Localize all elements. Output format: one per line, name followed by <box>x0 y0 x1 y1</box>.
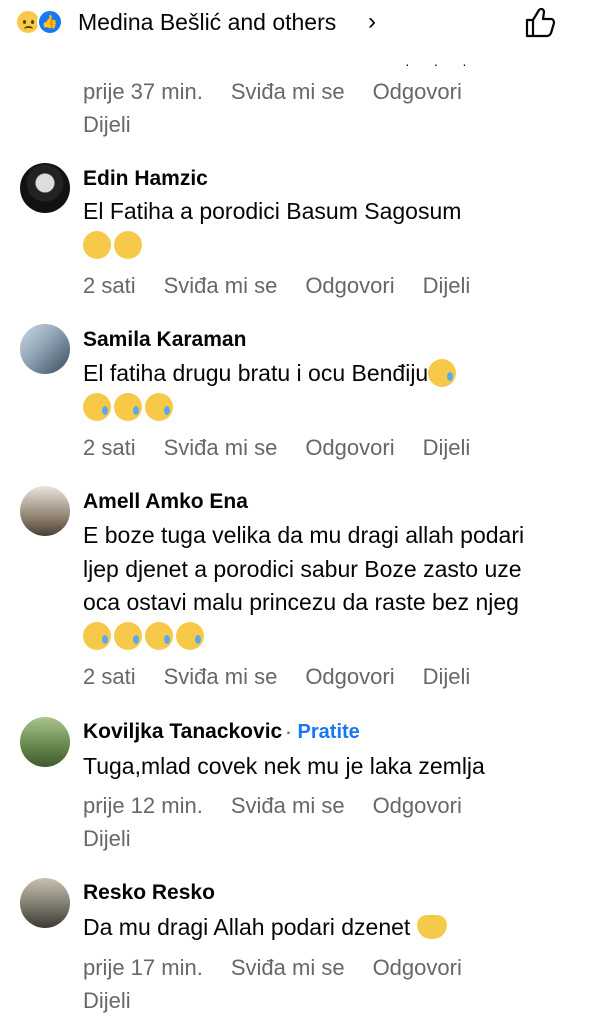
comment-time: 2 sati <box>83 273 136 298</box>
like-button[interactable]: Sviđa mi se <box>164 269 278 302</box>
sleepy-emoji-icon <box>145 392 173 421</box>
comment-actions: 2 sati Sviđa mi se Odgovori Dijeli <box>83 660 553 693</box>
share-button[interactable]: Dijeli <box>423 660 471 693</box>
comment-text-content: El Fatiha a porodici Basum Sagosum <box>83 198 462 224</box>
crying-emoji-icon <box>114 621 142 650</box>
pensive-emoji-icon <box>83 230 111 259</box>
avatar[interactable] <box>20 163 70 213</box>
reply-button[interactable]: Odgovori <box>305 431 394 464</box>
crying-emoji-icon <box>176 621 204 650</box>
comment-text: El fatiha drugu bratu i ocu Benđiju <box>83 357 563 424</box>
crying-emoji-icon <box>83 621 111 650</box>
like-button[interactable]: Sviđa mi se <box>231 789 345 822</box>
comment-text-content: E boze tuga velika da mu dragi allah pod… <box>83 522 525 615</box>
avatar[interactable] <box>20 878 70 928</box>
commenter-name-text: Koviljka Tanackovic <box>83 720 283 743</box>
open-hands-emoji-icon <box>416 915 447 939</box>
follow-button[interactable]: Pratite <box>298 721 360 743</box>
comment-actions: prije 17 min. Sviđa mi se Odgovori Dijeli <box>83 951 553 1017</box>
commenter-name[interactable]: Koviljka Tanackovic · Pratite <box>83 720 360 744</box>
comment-time: prije 12 min. <box>83 793 203 818</box>
reply-button[interactable]: Odgovori <box>305 660 394 693</box>
like-button[interactable]: Sviđa mi se <box>164 431 278 464</box>
like-button[interactable]: Sviđa mi se <box>231 75 345 108</box>
share-button[interactable]: Dijeli <box>423 431 471 464</box>
comment-text: El Fatiha a porodici Basum Sagosum <box>83 195 563 262</box>
reply-button[interactable]: Odgovori <box>373 789 462 822</box>
share-button[interactable]: Dijeli <box>83 108 131 141</box>
comments-header: 👍 Medina Bešlić and others › <box>0 0 589 46</box>
commenter-name[interactable]: Amell Amko Ena <box>83 490 248 514</box>
comment-text-content: El fatiha drugu bratu i ocu Benđiju <box>83 360 429 386</box>
share-button[interactable]: Dijeli <box>83 984 131 1017</box>
sleepy-emoji-icon <box>114 392 142 421</box>
comment-time: 2 sati <box>83 435 136 460</box>
comment-text: Da mu dragi Allah podari dzenet <box>83 911 563 945</box>
avatar[interactable] <box>20 486 70 536</box>
avatar[interactable] <box>20 324 70 374</box>
comment-time: prije 17 min. <box>83 955 203 980</box>
chevron-right-icon[interactable]: › <box>368 8 376 36</box>
reply-button[interactable]: Odgovori <box>373 951 462 984</box>
reply-button[interactable]: Odgovori <box>373 75 462 108</box>
thumbs-up-outline-icon[interactable] <box>522 5 558 41</box>
share-button[interactable]: Dijeli <box>83 822 131 855</box>
crying-emoji-icon <box>145 621 173 650</box>
comment-text: E boze tuga velika da mu dragi allah pod… <box>83 519 533 653</box>
reply-button[interactable]: Odgovori <box>305 269 394 302</box>
reaction-summary[interactable]: 👍 <box>15 9 73 35</box>
comment-actions: prije 12 min. Sviđa mi se Odgovori Dijeli <box>83 789 553 855</box>
reactors-link[interactable]: Medina Bešlić and others <box>78 9 336 36</box>
avatar[interactable] <box>20 717 70 767</box>
sleepy-emoji-icon <box>428 359 457 387</box>
pensive-emoji-icon <box>114 230 142 259</box>
comment-actions: prije 37 min. Sviđa mi se Odgovori Dijeli <box>83 75 553 141</box>
share-button[interactable]: Dijeli <box>423 269 471 302</box>
commenter-name[interactable]: Samila Karaman <box>83 328 246 352</box>
like-reaction-icon: 👍 <box>37 9 63 35</box>
comment-text-content: Da mu dragi Allah podari dzenet <box>83 914 411 940</box>
like-button[interactable]: Sviđa mi se <box>164 660 278 693</box>
truncated-text: · · · <box>405 56 477 72</box>
commenter-name[interactable]: Resko Resko <box>83 881 215 905</box>
comment-time: prije 37 min. <box>83 79 203 104</box>
like-button[interactable]: Sviđa mi se <box>231 951 345 984</box>
separator-dot: · <box>286 725 292 742</box>
comment-actions: 2 sati Sviđa mi se Odgovori Dijeli <box>83 269 553 302</box>
sleepy-emoji-icon <box>83 392 111 421</box>
comment-time: 2 sati <box>83 664 136 689</box>
commenter-name[interactable]: Edin Hamzic <box>83 167 208 191</box>
comment-text: Tuga,mlad covek nek mu je laka zemlja <box>83 753 485 779</box>
comment-actions: 2 sati Sviđa mi se Odgovori Dijeli <box>83 431 553 464</box>
